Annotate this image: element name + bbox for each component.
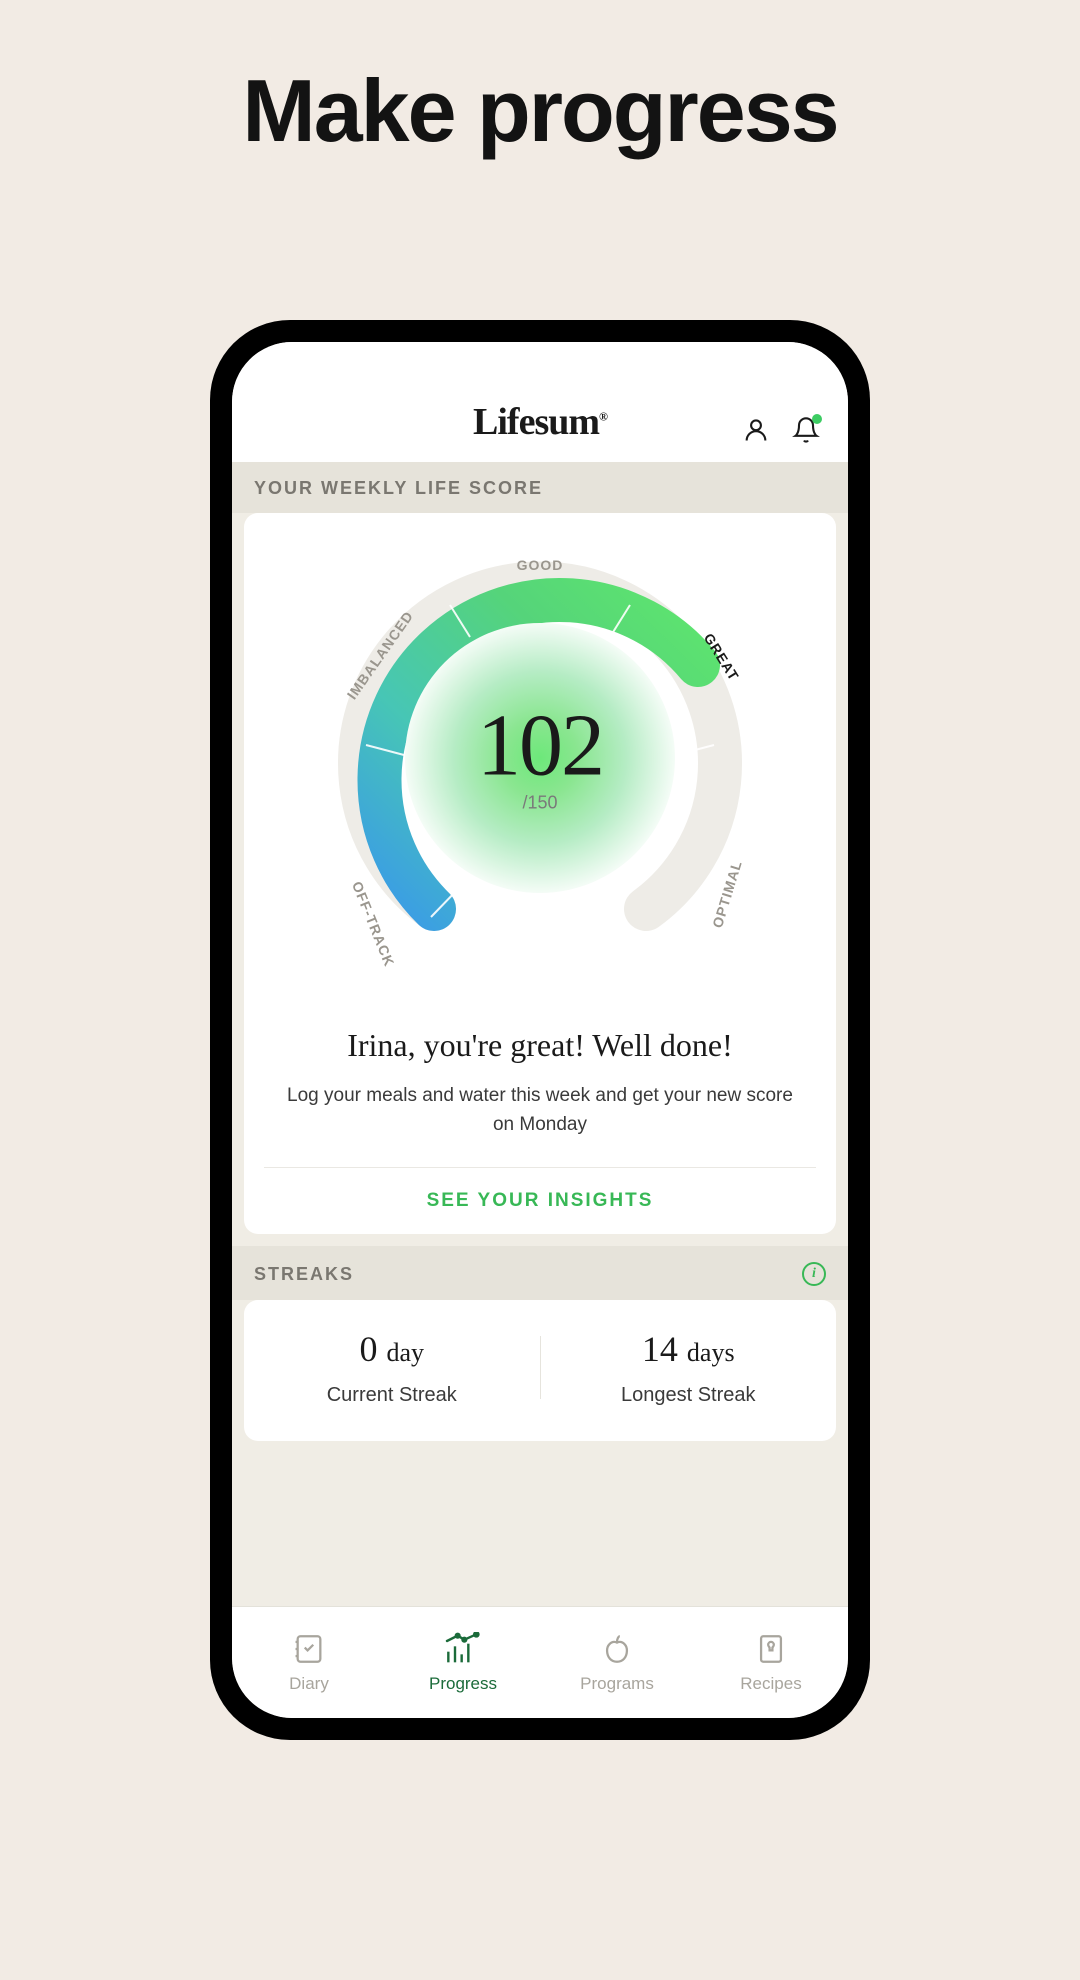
longest-streak: 14 days Longest Streak xyxy=(541,1328,837,1407)
longest-streak-value: 14 xyxy=(642,1329,678,1369)
tab-programs[interactable]: Programs xyxy=(540,1607,694,1718)
tab-bar: Diary xyxy=(232,1606,848,1718)
tab-progress-label: Progress xyxy=(429,1674,497,1694)
see-insights-link[interactable]: SEE YOUR INSIGHTS xyxy=(264,1168,816,1234)
phone-frame: Lifesum® xyxy=(210,320,870,1740)
app-header: Lifesum® xyxy=(232,342,848,462)
score-card: 102 /150 GOOD IMBALANCED OFF-TRACK GREAT… xyxy=(244,513,836,1234)
score-max: /150 xyxy=(477,792,603,813)
progress-icon xyxy=(443,1632,483,1666)
score-value: 102 xyxy=(477,702,603,790)
sub-message: Log your meals and water this week and g… xyxy=(264,1082,816,1139)
tab-recipes[interactable]: Recipes xyxy=(694,1607,848,1718)
tab-progress[interactable]: Progress xyxy=(386,1607,540,1718)
info-icon[interactable]: i xyxy=(802,1262,826,1286)
longest-streak-label: Longest Streak xyxy=(541,1384,837,1407)
streaks-section-label: STREAKS xyxy=(254,1264,354,1285)
tab-diary[interactable]: Diary xyxy=(232,1607,386,1718)
notification-dot-icon xyxy=(812,414,822,424)
current-streak: 0 day Current Streak xyxy=(244,1328,540,1407)
diary-icon xyxy=(292,1632,326,1666)
current-streak-label: Current Streak xyxy=(244,1384,540,1407)
recipes-icon xyxy=(754,1632,788,1666)
life-score-gauge: 102 /150 GOOD IMBALANCED OFF-TRACK GREAT… xyxy=(310,537,770,997)
app-logo: Lifesum® xyxy=(473,400,607,444)
gauge-label-good: GOOD xyxy=(517,557,564,573)
page-headline: Make progress xyxy=(0,60,1080,162)
streaks-card: 0 day Current Streak 14 days Longest Str… xyxy=(244,1300,836,1441)
score-section-label: YOUR WEEKLY LIFE SCORE xyxy=(232,462,848,513)
greeting-text: Irina, you're great! Well done! xyxy=(264,1027,816,1064)
notifications-icon[interactable] xyxy=(792,416,820,444)
profile-icon[interactable] xyxy=(742,416,770,444)
tab-programs-label: Programs xyxy=(580,1674,654,1694)
longest-streak-unit: days xyxy=(687,1338,735,1367)
phone-screen: Lifesum® xyxy=(232,342,848,1718)
streaks-header: STREAKS i xyxy=(232,1246,848,1300)
tab-recipes-label: Recipes xyxy=(740,1674,801,1694)
tab-diary-label: Diary xyxy=(289,1674,329,1694)
programs-icon xyxy=(600,1632,634,1666)
current-streak-value: 0 xyxy=(359,1329,377,1369)
